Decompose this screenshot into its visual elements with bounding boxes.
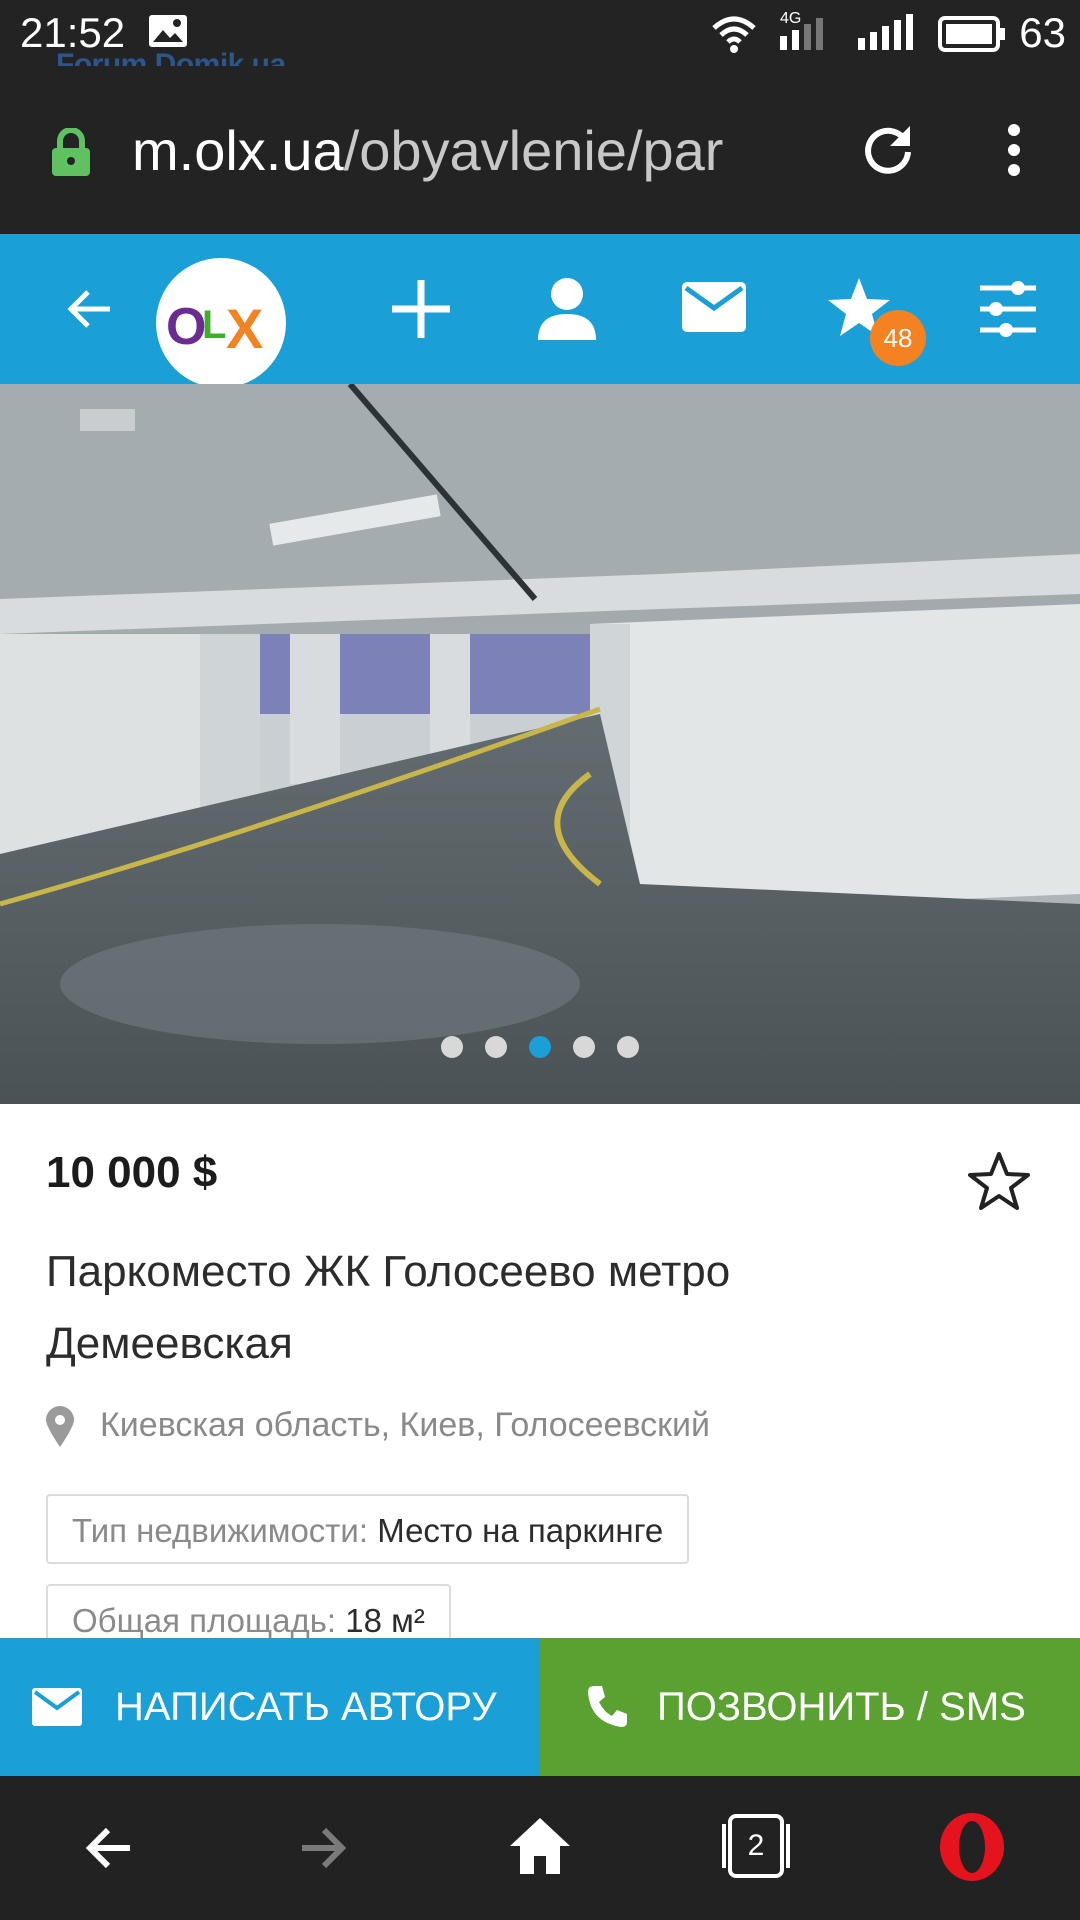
- add-to-favorites-star-icon[interactable]: [966, 1150, 1032, 1212]
- param-key: Общая площадь:: [72, 1602, 337, 1639]
- param-value: 18 м²: [345, 1602, 425, 1639]
- listing-location: Киевская область, Киев, Голосеевский: [100, 1406, 711, 1444]
- param-key: Тип недвижимости:: [72, 1512, 369, 1549]
- favorites-count-badge: 48: [870, 310, 926, 366]
- lock-icon: [52, 128, 90, 176]
- status-bar: 21:52 4G 63 Forum.Domik.ua: [0, 0, 1080, 96]
- more-options-icon[interactable]: [1000, 122, 1028, 178]
- logo-letter-x: X: [226, 297, 263, 360]
- opera-menu-icon[interactable]: [938, 1812, 1006, 1882]
- olx-logo[interactable]: O L X: [156, 258, 286, 388]
- back-arrow-icon[interactable]: [64, 284, 114, 334]
- home-icon[interactable]: [508, 1816, 572, 1876]
- gallery-dot[interactable]: [485, 1036, 507, 1058]
- call-sms-label: ПОЗВОНИТЬ / SMS: [657, 1685, 1026, 1729]
- messages-icon[interactable]: [682, 282, 746, 332]
- forward-icon[interactable]: [298, 1822, 350, 1874]
- olx-logo-letters: O L X: [166, 297, 263, 360]
- add-listing-icon[interactable]: [390, 278, 452, 340]
- battery-percent: 63: [1019, 9, 1066, 56]
- browser-nav-bar: 2: [0, 1776, 1080, 1920]
- olx-header: O L X 48: [0, 234, 1080, 388]
- profile-icon[interactable]: [536, 276, 598, 340]
- gallery-pagination: [0, 1036, 1080, 1066]
- write-author-label: НАПИСАТЬ АВТОРУ: [115, 1685, 497, 1729]
- phone-icon: [588, 1686, 627, 1727]
- reload-icon[interactable]: [858, 118, 918, 178]
- mail-icon: [32, 1688, 82, 1726]
- call-sms-button[interactable]: ПОЗВОНИТЬ / SMS: [540, 1638, 1080, 1776]
- param-value: Место на паркинге: [377, 1512, 664, 1549]
- tabs-count: 2: [747, 1829, 765, 1862]
- filters-icon[interactable]: [978, 280, 1038, 338]
- logo-letter-o: O: [166, 298, 206, 356]
- parking-garage-photo: [0, 384, 1080, 1104]
- battery-icon: [938, 16, 1005, 52]
- listing-title: Паркоместо ЖК Голосеево метро Демеевская: [46, 1247, 731, 1368]
- browser-address-bar: m.olx.ua/obyavlenie/par: [0, 66, 1080, 234]
- param-property-type: Тип недвижимости: Место на паркинге: [46, 1494, 690, 1564]
- gallery-dot[interactable]: [617, 1036, 639, 1058]
- image-icon: [149, 15, 187, 47]
- listing-photo[interactable]: [0, 384, 1080, 1104]
- logo-letter-l: L: [202, 303, 226, 347]
- url-path: /obyavlenie/par: [343, 119, 724, 182]
- back-icon[interactable]: [82, 1822, 134, 1874]
- url-host: m.olx.ua: [132, 119, 344, 182]
- listing-price: 10 000 $: [46, 1148, 218, 1197]
- wifi-icon: [712, 16, 756, 53]
- location-pin-icon: [46, 1406, 74, 1447]
- gallery-dot[interactable]: [573, 1036, 595, 1058]
- write-author-button[interactable]: НАПИСАТЬ АВТОРУ: [0, 1638, 540, 1776]
- gallery-dot[interactable]: [441, 1036, 463, 1058]
- signal-icon: [858, 14, 913, 50]
- url-field[interactable]: m.olx.ua/obyavlenie/par: [132, 116, 812, 186]
- signal-icon: [780, 18, 823, 50]
- gallery-dot[interactable]: [529, 1036, 551, 1058]
